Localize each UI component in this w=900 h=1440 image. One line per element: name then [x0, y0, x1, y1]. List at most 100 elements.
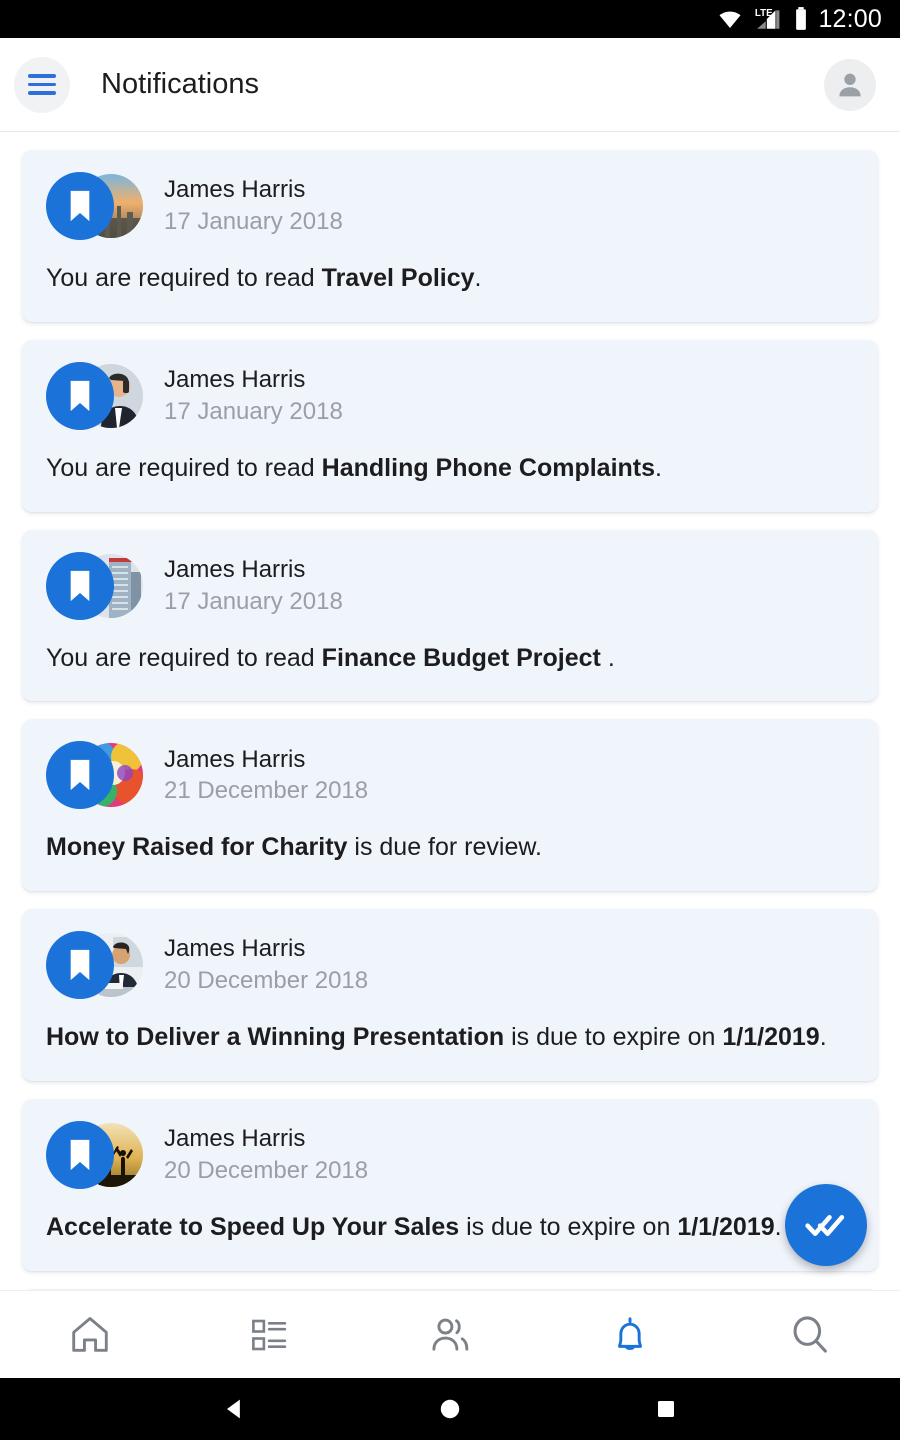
nav-item-people[interactable] — [360, 1312, 540, 1358]
message-subject: Accelerate to Speed Up Your Sales — [46, 1213, 459, 1241]
bookmark-badge[interactable] — [46, 552, 114, 620]
message-suffix: . — [775, 1213, 782, 1241]
message-suffix: . — [820, 1023, 827, 1051]
notification-date: 17 January 2018 — [164, 206, 343, 238]
notification-author: James Harris — [164, 554, 343, 586]
page-title: Notifications — [101, 68, 259, 101]
bookmark-badge[interactable] — [46, 362, 114, 430]
notification-avatar-group — [46, 1121, 150, 1189]
user-avatar-icon — [833, 68, 867, 102]
notification-header: James Harris 17 January 2018 — [46, 172, 854, 240]
cellular-signal-icon: LTE — [754, 6, 784, 32]
user-avatar-button[interactable] — [824, 59, 876, 111]
notification-message: Money Raised for Charity is due for revi… — [46, 831, 854, 865]
notification-date: 20 December 2018 — [164, 965, 368, 997]
people-icon — [427, 1312, 473, 1358]
bookmark-filled-icon — [66, 379, 94, 413]
android-recents-button[interactable] — [558, 1397, 774, 1421]
notification-avatar-group — [46, 172, 150, 240]
mark-all-read-fab[interactable] — [785, 1184, 867, 1266]
notification-date: 17 January 2018 — [164, 586, 343, 618]
bookmark-badge[interactable] — [46, 931, 114, 999]
notification-card[interactable]: James Harris 17 January 2018 You are req… — [22, 340, 878, 512]
notification-avatar-group — [46, 741, 150, 809]
android-back-button[interactable] — [126, 1395, 342, 1423]
message-suffix: is due for review. — [347, 833, 542, 861]
notification-message: You are required to read Finance Budget … — [46, 642, 854, 676]
bookmark-filled-icon — [66, 189, 94, 223]
notification-message: You are required to read Travel Policy. — [46, 262, 854, 296]
notification-card[interactable]: James Harris 17 January 2018 You are req… — [22, 150, 878, 322]
notification-card[interactable]: James Harris 21 December 2018 Money Rais… — [22, 719, 878, 891]
notification-list[interactable]: James Harris 17 January 2018 You are req… — [0, 132, 900, 1290]
notification-avatar-group — [46, 931, 150, 999]
message-suffix: . — [601, 644, 615, 672]
nav-item-catalog[interactable] — [180, 1314, 360, 1356]
notification-card[interactable]: James Harris 20 December 2018 How to Del… — [22, 909, 878, 1081]
double-check-icon — [805, 1204, 847, 1246]
notification-meta: James Harris 20 December 2018 — [164, 933, 368, 996]
notification-author: James Harris — [164, 744, 368, 776]
notification-meta: James Harris 17 January 2018 — [164, 174, 343, 237]
android-navigation-bar — [0, 1378, 900, 1440]
notification-header: James Harris 17 January 2018 — [46, 362, 854, 430]
square-recents-icon — [654, 1397, 678, 1421]
app-bar: Notifications — [0, 38, 900, 132]
message-subject: Handling Phone Complaints — [322, 454, 655, 482]
nav-item-search[interactable] — [720, 1312, 900, 1358]
notification-author: James Harris — [164, 174, 343, 206]
message-subject: Money Raised for Charity — [46, 833, 347, 861]
nav-item-home[interactable] — [0, 1312, 180, 1358]
message-subject: Finance Budget Project — [322, 644, 601, 672]
message-expiry-date: 1/1/2019 — [677, 1213, 774, 1241]
battery-icon — [793, 6, 809, 32]
notification-author: James Harris — [164, 1123, 368, 1155]
nav-item-notifications[interactable] — [540, 1313, 720, 1357]
message-middle: is due to expire on — [459, 1213, 677, 1241]
bookmark-filled-icon — [66, 948, 94, 982]
android-home-button[interactable] — [342, 1396, 558, 1422]
bookmark-filled-icon — [66, 758, 94, 792]
notification-avatar-group — [46, 362, 150, 430]
bookmark-badge[interactable] — [46, 741, 114, 809]
status-bar-clock: 12:00 — [818, 5, 882, 34]
notification-message: Accelerate to Speed Up Your Sales is due… — [46, 1211, 854, 1245]
notification-header: James Harris 17 January 2018 — [46, 552, 854, 620]
circle-home-icon — [437, 1396, 463, 1422]
notification-author: James Harris — [164, 364, 343, 396]
notification-card[interactable]: James Harris 20 December 2018 Accelerate… — [22, 1099, 878, 1271]
notification-message: You are required to read Handling Phone … — [46, 452, 854, 486]
notification-meta: James Harris 17 January 2018 — [164, 554, 343, 617]
hamburger-menu-icon — [28, 74, 56, 95]
home-icon — [67, 1312, 113, 1358]
message-suffix: . — [475, 264, 482, 292]
bookmark-badge[interactable] — [46, 1121, 114, 1189]
message-expiry-date: 1/1/2019 — [722, 1023, 819, 1051]
notification-date: 20 December 2018 — [164, 1155, 368, 1187]
notification-header: James Harris 20 December 2018 — [46, 1121, 854, 1189]
notification-author: James Harris — [164, 933, 368, 965]
message-suffix: . — [655, 454, 662, 482]
notification-message: How to Deliver a Winning Presentation is… — [46, 1021, 854, 1055]
bookmark-filled-icon — [66, 1138, 94, 1172]
notification-meta: James Harris 21 December 2018 — [164, 744, 368, 807]
message-prefix: You are required to read — [46, 264, 322, 292]
bookmark-filled-icon — [66, 569, 94, 603]
message-middle: is due to expire on — [504, 1023, 722, 1051]
catalog-list-icon — [249, 1314, 291, 1356]
bookmark-badge[interactable] — [46, 172, 114, 240]
bottom-navigation — [0, 1290, 900, 1378]
notification-card[interactable]: James Harris 17 January 2018 You are req… — [22, 530, 878, 702]
bell-icon — [608, 1313, 652, 1357]
notification-header: James Harris 21 December 2018 — [46, 741, 854, 809]
notification-header: James Harris 20 December 2018 — [46, 931, 854, 999]
hamburger-menu-button[interactable] — [14, 57, 70, 113]
message-prefix: You are required to read — [46, 644, 322, 672]
triangle-back-icon — [220, 1395, 248, 1423]
search-icon — [787, 1312, 833, 1358]
notification-avatar-group — [46, 552, 150, 620]
status-bar: LTE 12:00 — [0, 0, 900, 38]
notification-meta: James Harris 17 January 2018 — [164, 364, 343, 427]
notification-date: 21 December 2018 — [164, 775, 368, 807]
notification-date: 17 January 2018 — [164, 396, 343, 428]
